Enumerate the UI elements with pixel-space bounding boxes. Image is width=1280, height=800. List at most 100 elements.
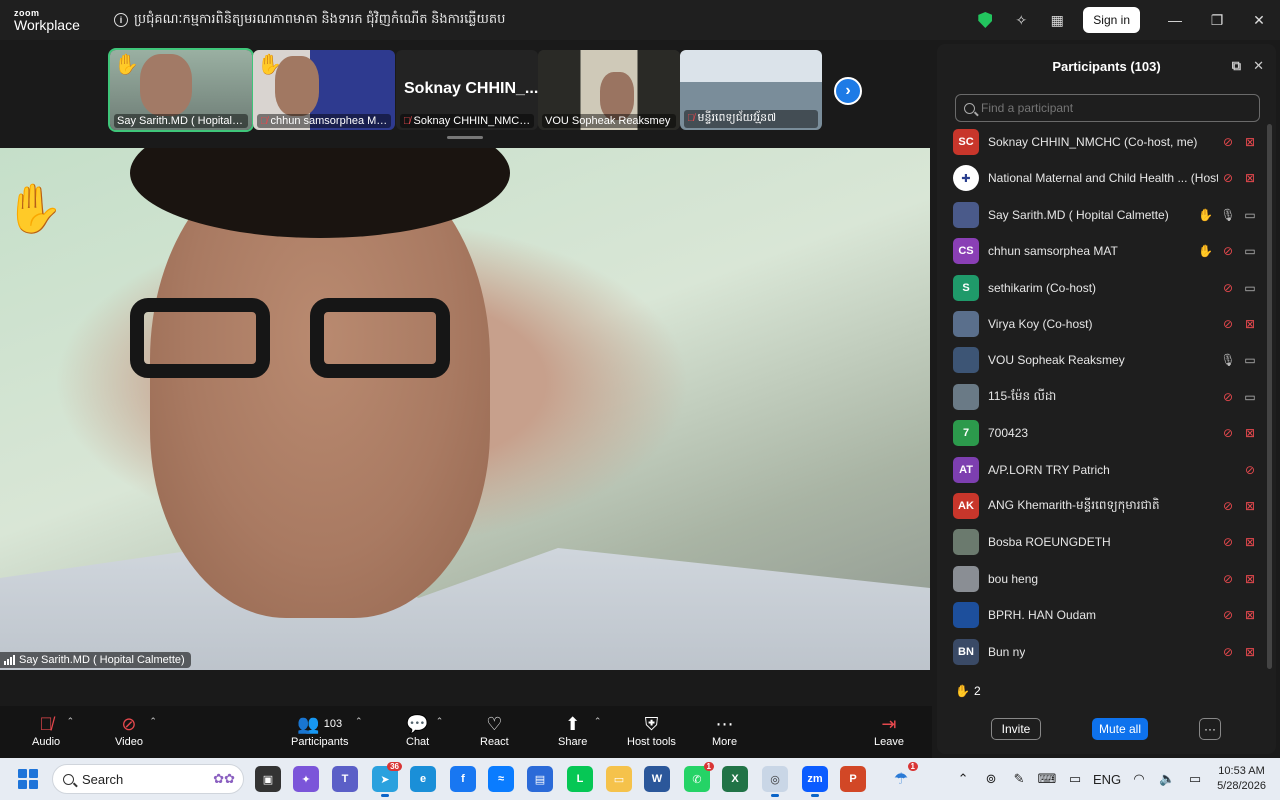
participant-search[interactable] [955, 94, 1260, 122]
edge-icon[interactable]: e [410, 766, 436, 792]
chevron-up-icon[interactable]: ⌃ [594, 716, 602, 727]
participant-row[interactable]: Virya Koy (Co-host) ⊘ ⊠ [937, 306, 1267, 342]
participant-row[interactable]: BPRH. HAN Oudam ⊘ ⊠ [937, 597, 1267, 633]
messenger-icon[interactable]: ≈ [488, 766, 514, 792]
thumbnail-3[interactable]: VOU Sopheak Reaksmey [538, 50, 680, 130]
pop-out-icon[interactable]: ⧉ [1232, 58, 1241, 74]
store-icon[interactable]: ▤ [527, 766, 553, 792]
zoom-icon[interactable]: zm [802, 766, 828, 797]
participant-row[interactable]: AK ANG Khemarith-មន្ទីរពេទ្យកុមារជាតិ ⊘ ⊠ [937, 488, 1267, 524]
participant-row[interactable]: ✚ National Maternal and Child Health ... … [937, 160, 1267, 196]
battery-icon[interactable]: ▭ [1181, 771, 1209, 787]
mic-off-icon[interactable]: ⊘ [1221, 135, 1235, 149]
clock[interactable]: 10:53 AM 5/28/2026 [1209, 764, 1280, 794]
participant-row[interactable]: 115-ម៉ែន លីដា ⊘ ▭ [937, 379, 1267, 415]
video-icon[interactable]: ▭ [1243, 281, 1257, 295]
video-icon[interactable]: ▭ [1243, 208, 1257, 222]
powerpoint-icon[interactable]: P [840, 766, 866, 792]
participant-row[interactable]: Say Sarith.MD ( Hopital Calmette) ✋ 🎙 ▭ [937, 197, 1267, 233]
info-icon[interactable]: i [114, 13, 128, 27]
display-icon[interactable]: ▭ [1061, 771, 1089, 787]
minimize-icon[interactable]: — [1154, 0, 1196, 40]
wifi-icon[interactable]: ◠ [1125, 771, 1153, 787]
mic-off-icon[interactable]: ⊘ [1221, 390, 1235, 404]
telegram-icon[interactable]: ➤ 36 [372, 762, 402, 797]
mic-off-icon[interactable]: ⊘ [1221, 572, 1235, 586]
thumbnail-0[interactable]: ✋ Say Sarith.MD ( Hopital Cal... [108, 48, 254, 132]
participant-row[interactable]: VOU Sopheak Reaksmey 🎙 ▭ [937, 342, 1267, 378]
host-tools-button[interactable]: ⛨ Host tools [627, 712, 676, 749]
next-page-arrow-icon[interactable]: › [834, 77, 862, 105]
participants-button[interactable]: 👥 103 Participants ⌃ [291, 712, 362, 749]
participant-row[interactable]: 7 700423 ⊘ ⊠ [937, 415, 1267, 451]
video-off-icon[interactable]: ⊠ [1243, 171, 1257, 185]
mic-off-icon[interactable]: ⊘ [1221, 281, 1235, 295]
video-off-icon[interactable]: ⊠ [1243, 572, 1257, 586]
video-icon[interactable]: ▭ [1243, 390, 1257, 404]
main-video[interactable]: ✋ Say Sarith.MD ( Hopital Calmette) [0, 148, 930, 670]
mic-off-icon[interactable]: ⊘ [1221, 317, 1235, 331]
participant-row[interactable]: Ssethikarim (Co-host) ⊘ ▭ [937, 270, 1267, 306]
video-icon[interactable]: ▭ [1243, 244, 1257, 258]
list-scrollbar[interactable] [1267, 124, 1272, 669]
video-icon[interactable]: ▭ [1243, 353, 1257, 367]
mic-off-icon[interactable]: ⊘ [1221, 645, 1235, 659]
panel-more-button[interactable]: ··· [1199, 718, 1221, 740]
leave-button[interactable]: ⇥ Leave [874, 712, 904, 749]
mic-icon[interactable]: 🎙 [1220, 353, 1235, 367]
thumbnail-1[interactable]: ✋ 🎙̸ chhun samsorphea MAT [253, 50, 395, 130]
facebook-icon[interactable]: f [450, 766, 476, 792]
participant-row[interactable]: SC Soknay CHHIN_NMCHC (Co-host, me) ⊘ ⊠ [937, 124, 1267, 160]
volume-icon[interactable]: 🔈 [1153, 771, 1181, 787]
mic-off-icon[interactable]: ⊘ [1221, 499, 1235, 513]
chevron-up-icon[interactable]: ⌃ [67, 716, 75, 727]
task-view-icon[interactable]: ▣ [255, 766, 281, 792]
video-off-icon[interactable]: ⊠ [1243, 317, 1257, 331]
participant-row[interactable]: Bosba ROEUNGDETH ⊘ ⊠ [937, 524, 1267, 560]
mic-off-icon[interactable]: ⊘ [1221, 535, 1235, 549]
raised-hands-count[interactable]: ✋ 2 [955, 684, 981, 698]
more-button[interactable]: ⋯ More [712, 712, 737, 749]
audio-button[interactable]: 🎙̸ Audio ⌃ [32, 712, 74, 749]
mute-all-button[interactable]: Mute all [1092, 718, 1148, 740]
chevron-up-icon[interactable]: ⌃ [949, 771, 977, 787]
sign-in-button[interactable]: Sign in [1083, 7, 1140, 33]
thumbnail-4[interactable]: 🎙̸ មន្ទីរពេទ្យជ័យវរ្ម័ន៧ [680, 50, 822, 130]
restore-icon[interactable]: ❐ [1196, 0, 1238, 40]
video-off-icon[interactable]: ⊠ [1243, 535, 1257, 549]
mic-off-icon[interactable]: ⊘ [1221, 608, 1235, 622]
taskbar-search[interactable]: Search ✿✿ [52, 764, 244, 794]
mic-icon[interactable]: 🎙 [1220, 208, 1235, 222]
chat-button[interactable]: 💬 Chat ⌃ [406, 712, 443, 749]
participant-row[interactable]: BN Bun ny ⊘ ⊠ [937, 634, 1267, 670]
invite-button[interactable]: Invite [991, 718, 1041, 740]
weather-icon[interactable]: ☂ 1 [888, 762, 918, 792]
strip-drag-handle[interactable] [447, 136, 483, 139]
network-status-icon[interactable]: ⊚ [977, 771, 1005, 787]
video-off-icon[interactable]: ⊠ [1243, 499, 1257, 513]
chevron-up-icon[interactable]: ⌃ [149, 716, 157, 727]
copilot-icon[interactable]: ✦ [293, 766, 319, 792]
react-button[interactable]: ♡ React [480, 712, 509, 749]
mic-off-icon[interactable]: ⊘ [1243, 463, 1257, 477]
video-button[interactable]: ⊘ Video ⌃ [115, 712, 157, 749]
line-icon[interactable]: L [567, 766, 593, 792]
excel-icon[interactable]: X [722, 766, 748, 792]
teams-icon[interactable]: T [332, 766, 358, 792]
share-button[interactable]: ⬆ Share ⌃ [558, 712, 601, 749]
encryption-shield-icon[interactable] [967, 0, 1003, 40]
keyboard-icon[interactable]: ⌨ [1033, 771, 1061, 787]
mic-off-icon[interactable]: ⊘ [1221, 171, 1235, 185]
close-icon[interactable]: ✕ [1238, 0, 1280, 40]
thumbnail-2[interactable]: Soknay CHHIN_... 🎙̸ Soknay CHHIN_NMCHC [396, 50, 538, 130]
chevron-up-icon[interactable]: ⌃ [436, 716, 444, 727]
video-off-icon[interactable]: ⊠ [1243, 135, 1257, 149]
capture-app-icon[interactable]: ◎ [762, 766, 788, 797]
word-icon[interactable]: W [644, 766, 670, 792]
windows-start-icon[interactable] [18, 769, 38, 789]
video-off-icon[interactable]: ⊠ [1243, 645, 1257, 659]
participant-row[interactable]: bou heng ⊘ ⊠ [937, 561, 1267, 597]
close-panel-icon[interactable]: ✕ [1253, 58, 1264, 74]
chevron-up-icon[interactable]: ⌃ [355, 716, 363, 727]
view-grid-icon[interactable]: ▦ [1039, 0, 1075, 40]
